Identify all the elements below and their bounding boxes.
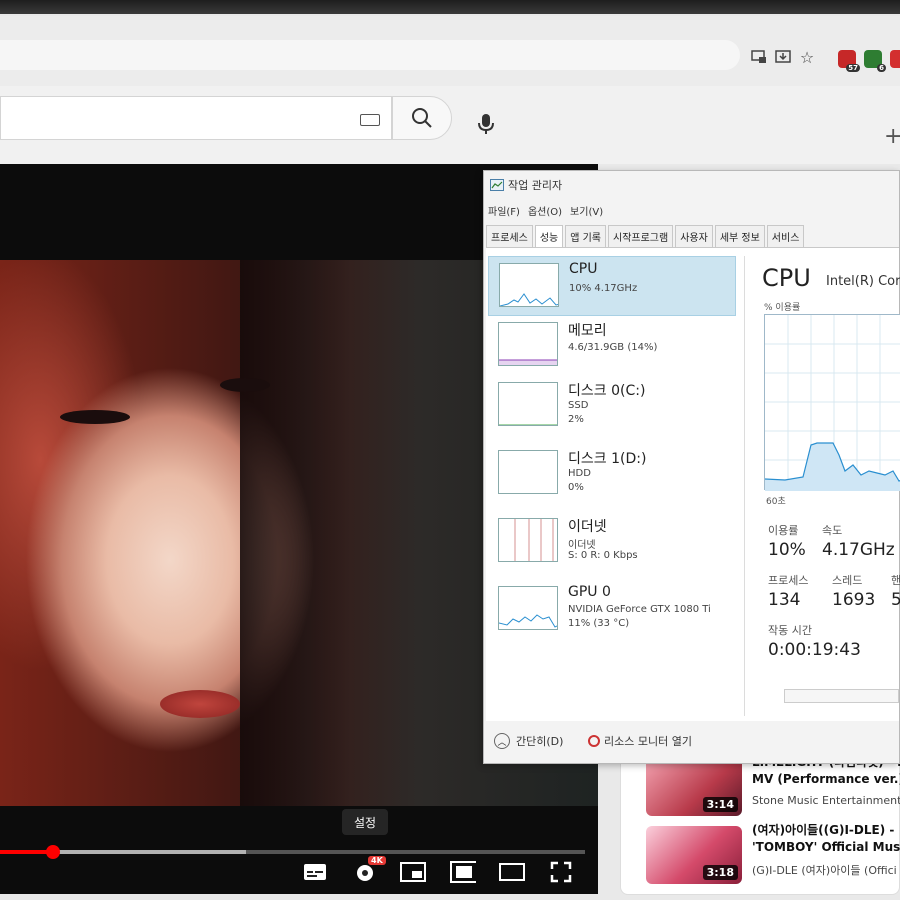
extension-red-icon[interactable] <box>890 50 900 68</box>
cpu-model: Intel(R) Cor <box>826 274 900 289</box>
video-hair-shadow <box>240 260 350 806</box>
search-icon <box>412 108 432 128</box>
search-button[interactable] <box>392 96 452 140</box>
subtitles-icon[interactable] <box>302 860 328 884</box>
processes-value: 134 <box>768 590 801 610</box>
install-app-icon[interactable] <box>750 48 768 66</box>
cinema-mode-icon[interactable] <box>499 860 525 884</box>
video-eye-left <box>60 410 130 424</box>
fewer-details-label: 간단히(D) <box>516 735 564 748</box>
create-plus-icon[interactable]: + <box>884 124 900 149</box>
performance-pane: CPU 10% 4.17GHz 메모리 4.6/31.9GB (14%) 디스크… <box>486 247 900 722</box>
gpu-mini-graph <box>498 586 558 630</box>
threads-label: 스레드 <box>832 574 863 587</box>
task-manager-window[interactable]: 작업 관리자 파일(F) 옵션(O) 보기(V) 프로세스 성능 앱 기록 시작… <box>483 170 900 764</box>
duration-badge: 3:18 <box>702 865 738 880</box>
menu-bar: 파일(F) 옵션(O) 보기(V) <box>488 203 603 218</box>
utilization-value: 10% <box>768 540 806 560</box>
tab-services[interactable]: 서비스 <box>766 225 805 247</box>
settings-tooltip: 설정 <box>342 809 388 835</box>
fewer-details-button[interactable]: ︿ 간단히(D) <box>494 733 563 749</box>
extension-check-icon[interactable]: 6 <box>864 50 886 72</box>
video-thumbnail[interactable]: 3:18 <box>646 826 742 884</box>
processes-label: 프로세스 <box>768 574 809 587</box>
chevron-up-icon: ︿ <box>494 733 510 749</box>
tab-processes[interactable]: 프로세스 <box>486 225 533 247</box>
window-edge <box>0 0 900 14</box>
resource-cpu[interactable]: CPU 10% 4.17GHz <box>488 256 736 316</box>
quality-badge: 4K <box>368 856 386 865</box>
theater-mode-icon[interactable] <box>450 860 476 884</box>
ethernet-mini-graph <box>498 518 558 562</box>
handles-value: 5 <box>891 590 900 610</box>
resource-monitor-label: 리소스 모니터 열기 <box>604 735 692 748</box>
recommendation-item[interactable]: 3:18 (여자)아이들((G)I-DLE) - 'TOMBOY' Offici… <box>646 823 900 888</box>
resource-ethernet[interactable]: 이더넷 이더넷 S: 0 R: 0 Kbps <box>488 512 736 572</box>
utilization-label: 이용률 <box>768 524 799 537</box>
title-bar: 작업 관리자 <box>490 177 562 193</box>
microphone-icon[interactable] <box>476 112 496 136</box>
bookmark-star-icon[interactable]: ☆ <box>798 48 816 67</box>
memory-mini-graph <box>498 322 558 366</box>
horizontal-scrollbar[interactable] <box>784 689 899 703</box>
recommendation-item[interactable]: 3:14 LIMELIGHT (라임라잇) - L MV (Performanc… <box>646 755 900 820</box>
tab-performance[interactable]: 성능 <box>534 225 564 247</box>
tab-users[interactable]: 사용자 <box>675 225 713 247</box>
fullscreen-icon[interactable] <box>548 860 574 884</box>
speed-value: 4.17GHz <box>822 540 895 560</box>
address-field[interactable] <box>0 40 740 70</box>
menu-options[interactable]: 옵션(O) <box>528 203 562 218</box>
video-lips <box>160 690 240 718</box>
task-manager-footer: ︿ 간단히(D) 리소스 모니터 열기 <box>484 721 899 763</box>
cpu-utilization-graph <box>764 314 900 491</box>
disk1-mini-graph <box>498 450 558 494</box>
progress-bar[interactable] <box>0 845 585 859</box>
open-resource-monitor-link[interactable]: 리소스 모니터 열기 <box>588 733 692 749</box>
threads-value: 1693 <box>832 590 876 610</box>
settings-gear-icon[interactable]: 4K <box>352 856 386 884</box>
miniplayer-icon[interactable] <box>400 860 426 884</box>
search-input[interactable] <box>0 96 392 140</box>
resource-gpu[interactable]: GPU 0 NVIDIA GeForce GTX 1080 Ti 11% (33… <box>488 580 736 640</box>
handles-label: 핸 <box>891 574 900 587</box>
pane-divider <box>744 256 745 716</box>
cpu-detail-panel: CPU Intel(R) Cor % 이용률 60초 이용률 속도 10% 4.… <box>748 248 900 722</box>
video-thumbnail[interactable]: 3:14 <box>646 758 742 816</box>
speed-label: 속도 <box>822 524 843 537</box>
extension-shield-icon[interactable]: 57 <box>838 50 860 72</box>
graph-label: % 이용률 <box>764 303 801 313</box>
resource-list: CPU 10% 4.17GHz 메모리 4.6/31.9GB (14%) 디스크… <box>488 256 738 716</box>
detail-heading: CPU <box>762 264 811 292</box>
uptime-label: 작동 시간 <box>768 624 812 637</box>
duration-badge: 3:14 <box>702 797 738 812</box>
task-manager-icon <box>490 179 504 191</box>
resource-disk-0[interactable]: 디스크 0(C:) SSD 2% <box>488 376 736 436</box>
download-icon[interactable] <box>774 48 792 66</box>
cpu-mini-graph <box>499 263 559 307</box>
resource-monitor-icon <box>588 735 600 747</box>
tab-bar: 프로세스 성능 앱 기록 시작프로그램 사용자 세부 정보 서비스 <box>486 225 806 247</box>
progress-scrubber[interactable] <box>45 845 60 859</box>
uptime-value: 0:00:19:43 <box>768 640 861 660</box>
graph-seconds-label: 60초 <box>766 497 786 507</box>
menu-file[interactable]: 파일(F) <box>488 203 520 218</box>
tab-startup[interactable]: 시작프로그램 <box>608 225 674 247</box>
keyboard-icon[interactable] <box>360 114 380 126</box>
progress-played <box>0 850 53 854</box>
menu-view[interactable]: 보기(V) <box>570 203 603 218</box>
video-title[interactable]: (여자)아이들((G)I-DLE) - 'TOMBOY' Official Mu… <box>752 822 900 856</box>
channel-name[interactable]: (G)I-DLE (여자)아이들 (Offici <box>752 862 900 878</box>
resource-disk-1[interactable]: 디스크 1(D:) HDD 0% <box>488 444 736 504</box>
disk0-mini-graph <box>498 382 558 426</box>
tab-app-history[interactable]: 앱 기록 <box>565 225 606 247</box>
window-title: 작업 관리자 <box>508 179 563 192</box>
tab-details[interactable]: 세부 정보 <box>714 225 765 247</box>
channel-name[interactable]: Stone Music Entertainment <box>752 794 900 807</box>
resource-memory[interactable]: 메모리 4.6/31.9GB (14%) <box>488 316 736 376</box>
video-eye-right <box>220 378 270 392</box>
